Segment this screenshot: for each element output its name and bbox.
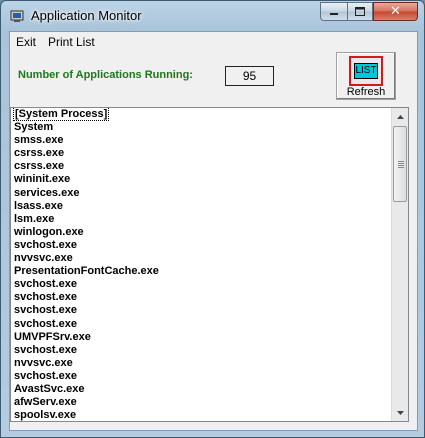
process-list-item[interactable]: svchost.exe	[11, 304, 391, 317]
process-list-item[interactable]: spoolsv.exe	[11, 409, 391, 422]
process-name: System	[14, 121, 54, 134]
applications-count-label: Number of Applications Running:	[18, 69, 193, 81]
thumb-grip	[398, 163, 404, 164]
refresh-label: Refresh	[346, 86, 386, 98]
process-name: svchost.exe	[14, 304, 77, 317]
process-list-item[interactable]: svchost.exe	[11, 344, 391, 357]
process-name: svchost.exe	[14, 278, 77, 291]
process-name: svchost.exe	[14, 317, 77, 330]
process-list-item[interactable]: winlogon.exe	[11, 226, 391, 239]
process-list-item[interactable]: System	[11, 121, 391, 134]
window-title: Application Monitor	[31, 8, 142, 23]
client-area: Exit Print List Number of Applications R…	[9, 31, 418, 431]
minimize-button[interactable]	[320, 2, 347, 21]
scroll-down-button[interactable]	[392, 404, 408, 421]
scroll-up-button[interactable]	[392, 108, 408, 125]
process-list-item[interactable]: lsm.exe	[11, 213, 391, 226]
process-list-item[interactable]: csrss.exe	[11, 147, 391, 160]
process-name: AvastSvc.exe	[14, 382, 85, 395]
process-list-item[interactable]: nvvsvc.exe	[11, 252, 391, 265]
scrollbar-thumb[interactable]	[393, 126, 407, 202]
process-name: smss.exe	[14, 134, 64, 147]
process-name: UMVPFSrv.exe	[14, 330, 91, 343]
vertical-scrollbar[interactable]	[391, 108, 408, 421]
process-list-item[interactable]: csrss.exe	[11, 160, 391, 173]
process-list-item[interactable]: afwServ.exe	[11, 396, 391, 409]
list-icon: LIST	[349, 56, 383, 86]
application-monitor-icon	[10, 10, 24, 22]
applications-count-value: 95	[225, 66, 274, 86]
process-list-item[interactable]: nvvsvc.exe	[11, 357, 391, 370]
maximize-icon	[355, 7, 365, 16]
app-window: Application Monitor ✕ Exit Print List Nu…	[0, 0, 425, 438]
process-name: csrss.exe	[14, 160, 65, 173]
arrow-down-icon	[396, 410, 404, 415]
process-list-items: [System Process] System smss.exe csrss.exe c…	[11, 108, 391, 422]
title-bar[interactable]: Application Monitor ✕	[1, 1, 424, 31]
process-name: spoolsv.exe	[14, 409, 77, 422]
close-button[interactable]: ✕	[373, 2, 418, 21]
process-list-item[interactable]: svchost.exe	[11, 318, 391, 331]
process-list-item[interactable]: svchost.exe	[11, 291, 391, 304]
process-name: wininit.exe	[14, 173, 71, 186]
process-list-item[interactable]: svchost.exe	[11, 278, 391, 291]
arrow-up-icon	[396, 114, 404, 119]
process-name: nvvsvc.exe	[14, 252, 73, 265]
process-list-item[interactable]: PresentationFontCache.exe	[11, 265, 391, 278]
process-list[interactable]: [System Process] System smss.exe csrss.exe c…	[10, 107, 409, 422]
process-name: lsm.exe	[14, 212, 55, 225]
process-name: svchost.exe	[14, 369, 77, 382]
process-list-item[interactable]: services.exe	[11, 187, 391, 200]
process-name: lsass.exe	[14, 199, 63, 212]
process-name: winlogon.exe	[14, 225, 84, 238]
close-icon: ✕	[390, 4, 401, 19]
thumb-grip	[398, 165, 404, 166]
menu-bar: Exit Print List	[10, 32, 417, 51]
thumb-grip	[398, 167, 404, 168]
process-list-item[interactable]: lsass.exe	[11, 200, 391, 213]
refresh-button[interactable]: LIST Refresh	[336, 52, 396, 100]
process-name: PresentationFontCache.exe	[14, 265, 159, 278]
process-name: csrss.exe	[14, 147, 65, 160]
process-list-item[interactable]: svchost.exe	[11, 370, 391, 383]
thumb-grip	[398, 161, 404, 162]
process-name: [System Process]	[12, 108, 110, 121]
process-list-item[interactable]: wininit.exe	[11, 173, 391, 186]
process-name: nvvsvc.exe	[14, 356, 73, 369]
process-name: afwServ.exe	[14, 396, 77, 409]
process-list-item[interactable]: UMVPFSrv.exe	[11, 331, 391, 344]
process-name: svchost.exe	[14, 238, 77, 251]
minimize-icon	[330, 12, 338, 15]
process-list-item[interactable]: svchost.exe	[11, 239, 391, 252]
menu-exit[interactable]: Exit	[16, 35, 36, 49]
process-name: svchost.exe	[14, 343, 77, 356]
list-icon-text: LIST	[354, 63, 378, 79]
maximize-button[interactable]	[347, 2, 373, 21]
process-list-item[interactable]: AvastSvc.exe	[11, 383, 391, 396]
process-list-item[interactable]: [System Process]	[11, 108, 391, 121]
process-name: services.exe	[14, 186, 80, 199]
menu-print-list[interactable]: Print List	[48, 35, 95, 49]
process-name: svchost.exe	[14, 291, 77, 304]
process-list-item[interactable]: smss.exe	[11, 134, 391, 147]
